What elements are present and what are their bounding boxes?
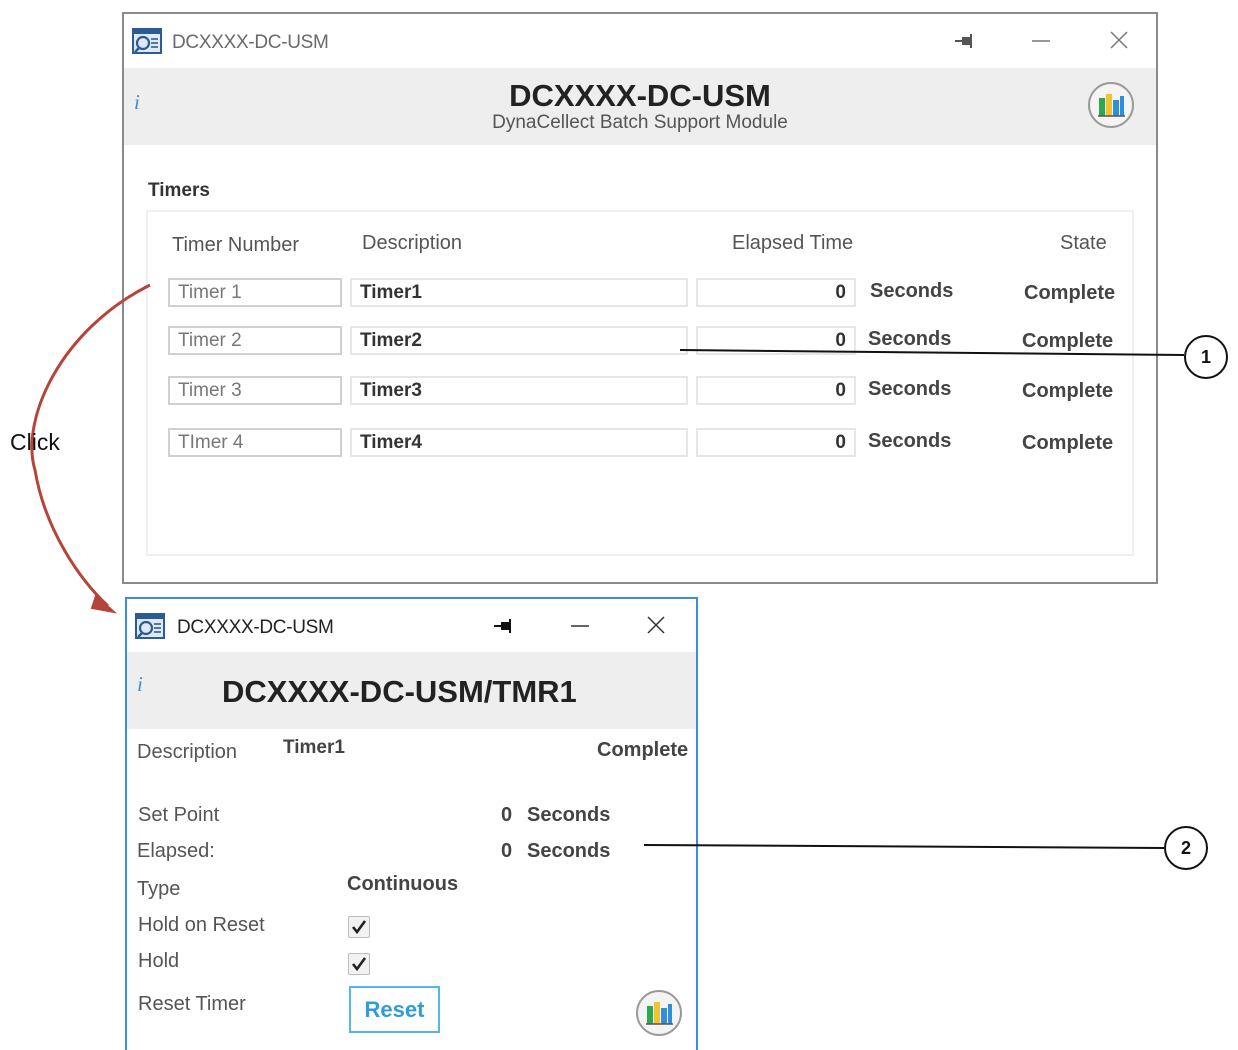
click-label: Click bbox=[10, 429, 60, 455]
callout-2: 2 bbox=[1164, 826, 1208, 870]
callout-1: 1 bbox=[1184, 335, 1228, 379]
click-arrow-head bbox=[90, 594, 118, 614]
callout-1-leader bbox=[679, 349, 1185, 356]
annotation-overlay bbox=[30, 283, 1185, 849]
callout-2-leader bbox=[643, 844, 1165, 849]
